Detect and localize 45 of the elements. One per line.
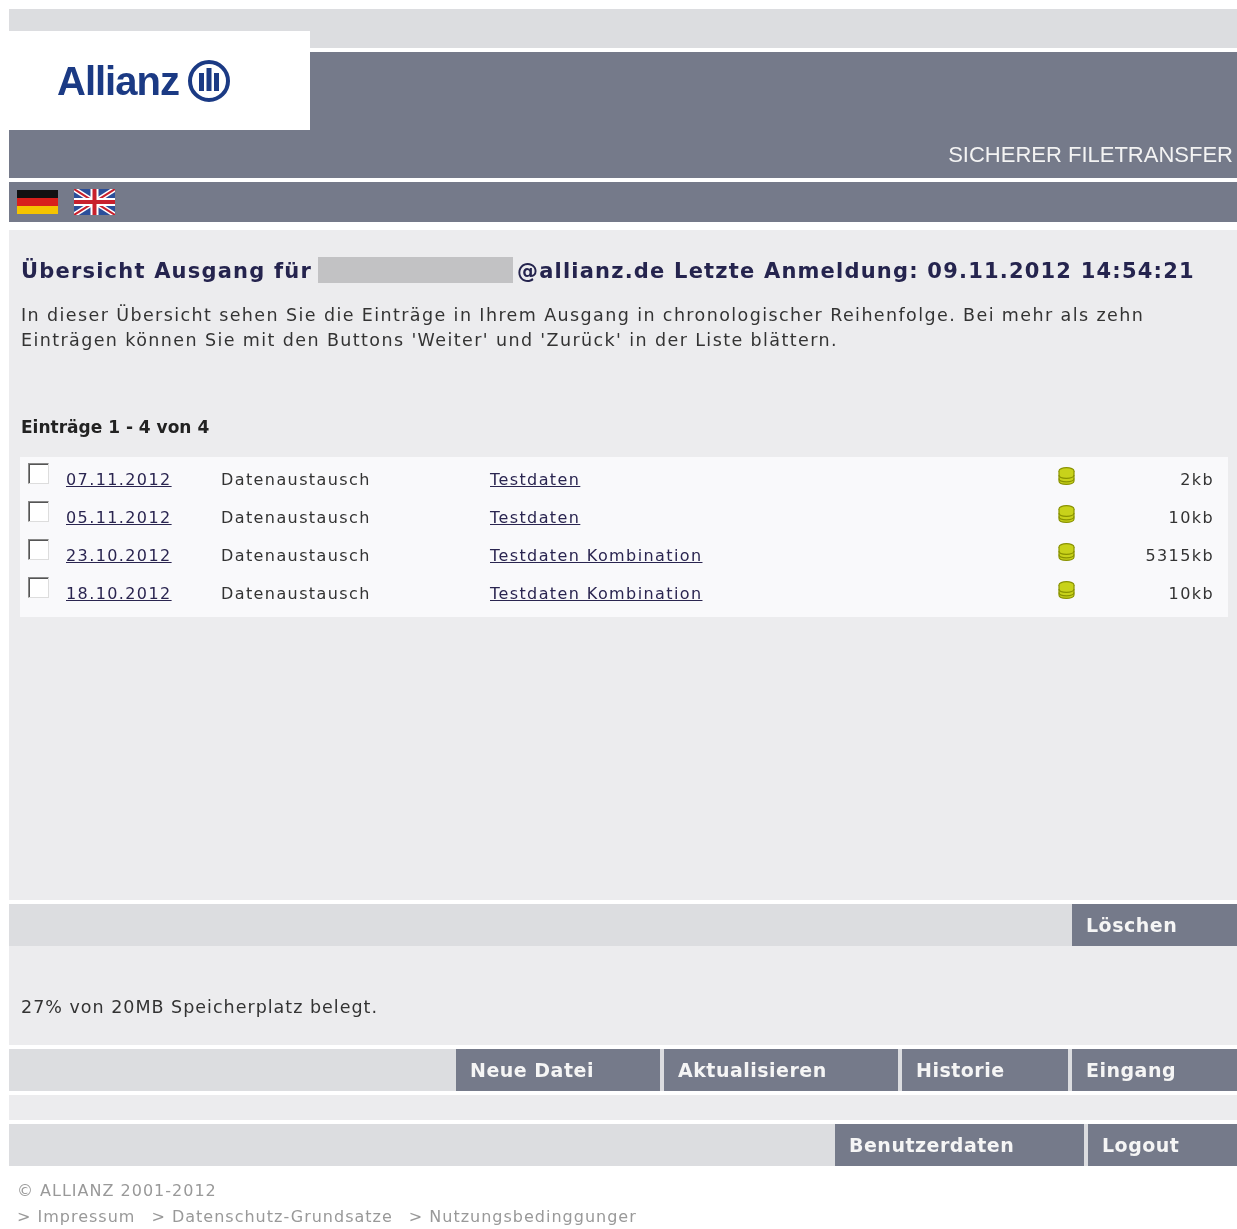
entry-count: Einträge 1 - 4 von 4	[20, 416, 211, 439]
database-icon	[1058, 505, 1075, 523]
logo-icon	[186, 58, 231, 103]
database-icon	[1058, 581, 1075, 599]
checkbox[interactable]	[28, 576, 49, 598]
app-title: SICHERER FILETRANSFER	[948, 140, 1233, 169]
footer-link[interactable]: > Impressum	[17, 1204, 136, 1229]
date-link[interactable]: 05.11.2012	[66, 507, 172, 527]
file-link[interactable]: Testdaten	[490, 507, 581, 527]
nav-button[interactable]: Neue Datei	[456, 1049, 660, 1091]
checkbox[interactable]	[28, 462, 49, 484]
database-icon	[1058, 543, 1075, 561]
file-link[interactable]: Testdaten	[490, 469, 581, 489]
nav-button[interactable]: Aktualisieren	[664, 1049, 898, 1091]
footer-link[interactable]: > Nutzungsbedinggunger	[408, 1204, 637, 1229]
table-cell: Datenaustausch	[221, 545, 371, 565]
table-cell: Datenaustausch	[221, 507, 371, 527]
nav-button[interactable]: Eingang	[1072, 1049, 1237, 1091]
table-cell: 10kb	[1168, 583, 1214, 603]
table-cell: 10kb	[1168, 507, 1214, 527]
date-link[interactable]: 07.11.2012	[66, 469, 172, 489]
table-cell: Datenaustausch	[221, 583, 371, 603]
logo-text: Allianz	[57, 57, 179, 105]
date-link[interactable]: 18.10.2012	[66, 583, 172, 603]
storage-text: 27% von 20MB Speicherplatz belegt.	[20, 997, 378, 1017]
table-cell: 2kb	[1180, 469, 1214, 489]
footer-link[interactable]: > Datenschutz-Grundsatze	[151, 1204, 393, 1229]
description-text: In dieser Übersicht sehen Sie die Einträge in Ihrem Ausgang in chronologischer Reihenfolge. Bei mehr als zehn Einträgen können Sie mit den Buttons 'Weiter' und 'Zurück' in der Liste blättern.	[20, 303, 1146, 352]
table-cell: Datenaustausch	[221, 469, 371, 489]
german-flag-icon[interactable]	[17, 190, 58, 214]
database-icon	[1058, 467, 1075, 485]
copyright-text: © ALLIANZ 2001-2012	[17, 1180, 218, 1202]
british-flag-icon[interactable]	[74, 189, 115, 215]
heading-text: Übersicht Ausgang für	[21, 259, 312, 283]
delete-button[interactable]: Löschen	[1072, 904, 1237, 946]
checkbox[interactable]	[28, 538, 49, 560]
nav-button[interactable]: Historie	[902, 1049, 1068, 1091]
account-button[interactable]: Logout	[1088, 1124, 1237, 1166]
table-cell: 5315kb	[1145, 545, 1214, 565]
date-link[interactable]: 23.10.2012	[66, 545, 172, 565]
account-button[interactable]: Benutzerdaten	[835, 1124, 1084, 1166]
file-link[interactable]: Testdaten Kombination	[490, 583, 703, 603]
checkbox[interactable]	[28, 500, 49, 522]
file-link[interactable]: Testdaten Kombination	[490, 545, 703, 565]
heading-text: @allianz.de Letzte Anmeldung: 09.11.2012 14:54:21	[517, 259, 1195, 283]
